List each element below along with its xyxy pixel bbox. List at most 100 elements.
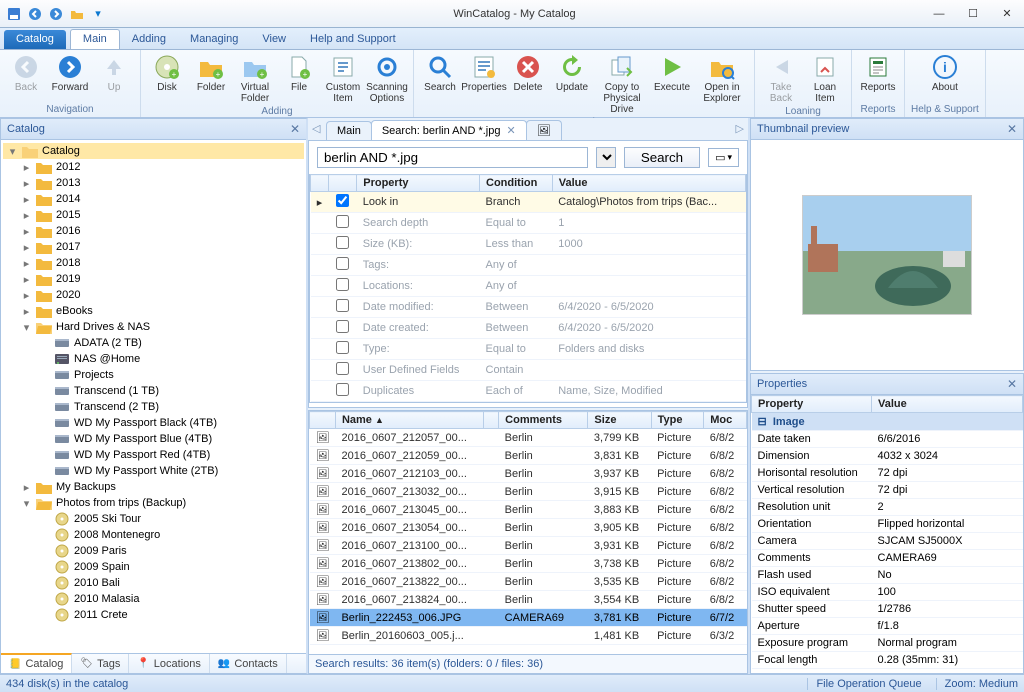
tree-root[interactable]: ▾ Catalog (3, 143, 304, 159)
tree-node[interactable]: ▸eBooks (3, 303, 304, 319)
property-row[interactable]: Flash usedNo (752, 567, 1023, 584)
criteria-checkbox[interactable] (336, 257, 349, 270)
criteria-checkbox[interactable] (336, 362, 349, 375)
criteria-row[interactable]: ▸Look inBranchCatalog\Photos from trips … (311, 192, 746, 213)
tree-node[interactable]: Transcend (2 TB) (3, 399, 304, 415)
property-row[interactable]: Vertical resolution72 dpi (752, 482, 1023, 499)
property-row[interactable]: Shutter speed1/2786 (752, 601, 1023, 618)
search-view-options[interactable]: ▭ ▾ (708, 148, 739, 167)
tree-node[interactable]: ▸2012 (3, 159, 304, 175)
expand-icon[interactable]: ▾ (7, 146, 18, 157)
delete-button[interactable]: Delete (508, 52, 548, 95)
criteria-row[interactable]: Size (KB):Less than1000 (311, 234, 746, 255)
expand-icon[interactable] (39, 450, 50, 461)
tree-node[interactable]: 2010 Bali (3, 575, 304, 591)
tab-main[interactable]: Main (70, 29, 120, 49)
search-criteria-grid[interactable]: PropertyConditionValue▸Look inBranchCata… (310, 174, 746, 402)
bottom-tab-locations[interactable]: 📍Locations (129, 654, 210, 673)
result-row[interactable]: 🖼2016_0607_213100_00...Berlin3,931 KBPic… (310, 537, 747, 555)
tree-node[interactable]: Transcend (1 TB) (3, 383, 304, 399)
property-row[interactable]: Resolution unit2 (752, 499, 1023, 516)
result-row[interactable]: 🖼2016_0607_213824_00...Berlin3,554 KBPic… (310, 591, 747, 609)
expand-icon[interactable]: ▸ (21, 194, 32, 205)
tab-managing[interactable]: Managing (178, 30, 250, 49)
expand-icon[interactable]: ▸ (21, 226, 32, 237)
result-row[interactable]: 🖼2016_0607_213032_00...Berlin3,915 KBPic… (310, 483, 747, 501)
bottom-tab-contacts[interactable]: 👥Contacts (210, 654, 287, 673)
tree-node[interactable]: ADATA (2 TB) (3, 335, 304, 351)
result-row[interactable]: 🖼2016_0607_213822_00...Berlin3,535 KBPic… (310, 573, 747, 591)
expand-icon[interactable] (39, 562, 50, 573)
execute-button[interactable]: Execute (652, 52, 692, 95)
property-row[interactable]: OrientationFlipped horizontal (752, 516, 1023, 533)
tree-node[interactable]: NAS @Home (3, 351, 304, 367)
tree-node[interactable]: WD My Passport Red (4TB) (3, 447, 304, 463)
maximize-button[interactable]: ☐ (956, 4, 990, 24)
tree-node[interactable]: 2009 Spain (3, 559, 304, 575)
bottom-tab-catalog[interactable]: 📒Catalog (1, 653, 72, 673)
expand-icon[interactable]: ▸ (21, 290, 32, 301)
criteria-checkbox[interactable] (336, 236, 349, 249)
property-row[interactable]: Aperturef/1.8 (752, 618, 1023, 635)
tree-node[interactable]: 2009 Paris (3, 543, 304, 559)
tab-file[interactable]: Catalog (4, 30, 66, 49)
catalog-tree[interactable]: ▾ Catalog ▸2012▸2013▸2014▸2015▸2016▸2017… (1, 140, 306, 653)
results-grid[interactable]: Name ▲CommentsSizeTypeMoc🖼2016_0607_2120… (309, 411, 747, 645)
expand-icon[interactable] (39, 338, 50, 349)
search-history-dropdown[interactable] (596, 147, 616, 168)
custom-item-button[interactable]: Custom Item (323, 52, 363, 106)
property-row[interactable]: Dimension4032 x 3024 (752, 448, 1023, 465)
scanning-options-button[interactable]: Scanning Options (367, 52, 407, 106)
tree-node[interactable]: ▸2013 (3, 175, 304, 191)
status-queue[interactable]: File Operation Queue (807, 678, 921, 690)
expand-icon[interactable]: ▾ (21, 322, 32, 333)
tab-scroll-right-icon[interactable]: ▷ (736, 122, 744, 135)
close-button[interactable]: ✕ (990, 4, 1024, 24)
loan-item-button[interactable]: Loan Item (805, 52, 845, 106)
criteria-row[interactable]: Locations:Any of (311, 276, 746, 297)
tree-node[interactable]: WD My Passport Black (4TB) (3, 415, 304, 431)
expand-icon[interactable]: ▸ (21, 306, 32, 317)
tree-node[interactable]: ▾Hard Drives & NAS (3, 319, 304, 335)
expand-icon[interactable]: ▸ (21, 482, 32, 493)
expand-icon[interactable] (39, 370, 50, 381)
copy-to-drive-button[interactable]: Copy to Physical Drive (596, 52, 648, 117)
criteria-checkbox[interactable] (336, 299, 349, 312)
properties-button[interactable]: Properties (464, 52, 504, 95)
criteria-row[interactable]: DuplicatesEach ofName, Size, Modified (311, 381, 746, 402)
expand-icon[interactable] (39, 594, 50, 605)
tree-node[interactable]: ▸2015 (3, 207, 304, 223)
properties-grid[interactable]: PropertyValue⊟ ImageDate taken6/6/2016Di… (751, 395, 1023, 669)
tree-node[interactable]: ▸2017 (3, 239, 304, 255)
tree-node[interactable]: WD My Passport Blue (4TB) (3, 431, 304, 447)
tree-node[interactable]: 2005 Ski Tour (3, 511, 304, 527)
expand-icon[interactable] (39, 514, 50, 525)
tree-node[interactable]: 2010 Malasia (3, 591, 304, 607)
doctab[interactable]: Main (326, 121, 372, 140)
tab-close-icon[interactable]: ✕ (506, 124, 515, 137)
expand-icon[interactable] (39, 578, 50, 589)
expand-icon[interactable] (39, 610, 50, 621)
expand-icon[interactable] (39, 434, 50, 445)
criteria-checkbox[interactable] (336, 341, 349, 354)
doctab[interactable]: Search: berlin AND *.jpg✕ (371, 120, 527, 140)
expand-icon[interactable] (39, 402, 50, 413)
property-row[interactable]: Focal length0.28 (35mm: 31) (752, 652, 1023, 669)
update-button[interactable]: Update (552, 52, 592, 95)
property-row[interactable]: CameraSJCAM SJ5000X (752, 533, 1023, 550)
search-input[interactable] (317, 147, 588, 168)
expand-icon[interactable]: ▸ (21, 210, 32, 221)
criteria-checkbox[interactable] (336, 215, 349, 228)
property-row[interactable]: Horisontal resolution72 dpi (752, 465, 1023, 482)
expand-icon[interactable]: ▸ (21, 178, 32, 189)
expand-icon[interactable]: ▾ (21, 498, 32, 509)
property-row[interactable]: CommentsCAMERA69 (752, 550, 1023, 567)
minimize-button[interactable]: — (922, 4, 956, 24)
result-row[interactable]: 🖼2016_0607_212057_00...Berlin3,799 KBPic… (310, 429, 747, 447)
tree-node[interactable]: ▾Photos from trips (Backup) (3, 495, 304, 511)
reports-button[interactable]: Reports (858, 52, 898, 95)
qat-dropdown-icon[interactable]: ▾ (89, 5, 107, 23)
result-row[interactable]: 🖼Berlin_222453_006.JPGCAMERA693,781 KBPi… (310, 609, 747, 627)
expand-icon[interactable] (39, 530, 50, 541)
forward-button[interactable]: Forward (50, 52, 90, 95)
